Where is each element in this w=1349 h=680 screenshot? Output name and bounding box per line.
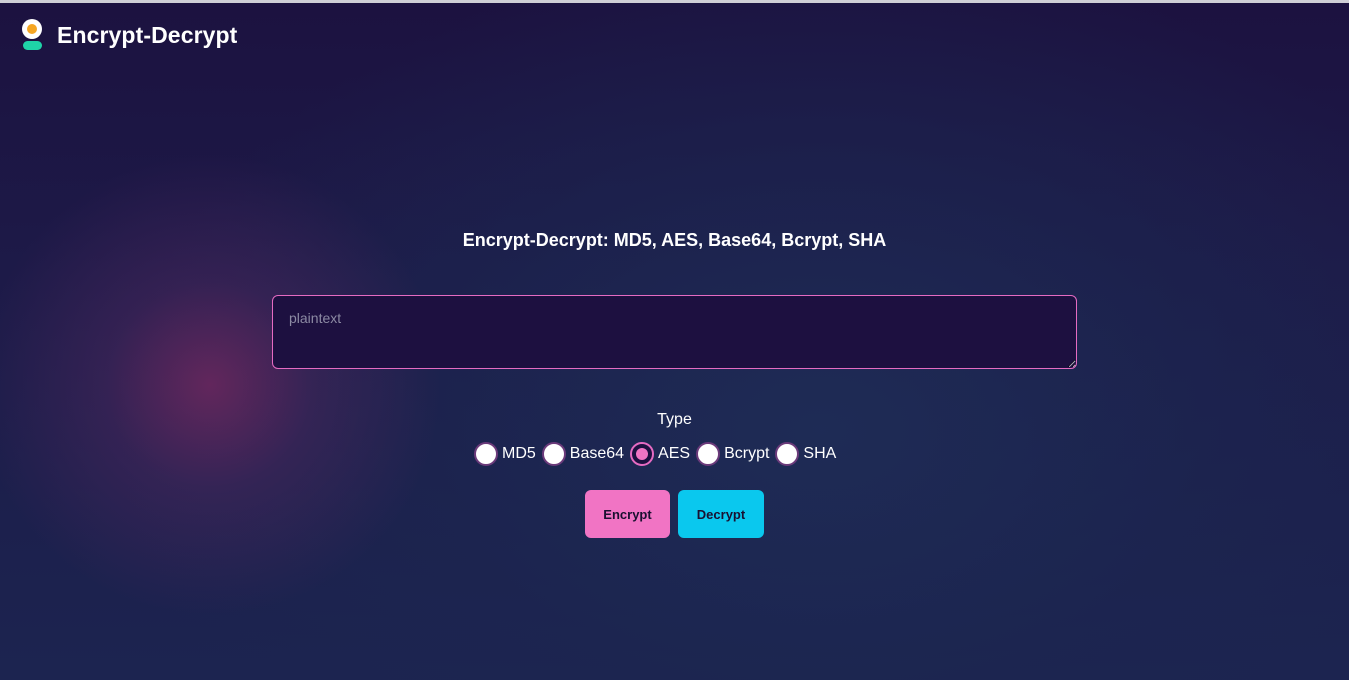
type-radio-group: MD5 Base64 AES Bcrypt SHA	[474, 441, 842, 467]
radio-button-bcrypt[interactable]	[696, 442, 721, 466]
radio-label-sha: SHA	[803, 445, 837, 462]
type-label: Type	[657, 411, 692, 428]
app-title: Encrypt-Decrypt	[57, 21, 238, 48]
radio-label-base64: Base64	[569, 445, 625, 462]
radio-md5[interactable]: MD5	[474, 442, 536, 466]
brand[interactable]: Encrypt-Decrypt	[22, 19, 237, 51]
radio-label-md5: MD5	[502, 445, 536, 462]
page-heading: Encrypt-Decrypt: MD5, AES, Base64, Bcryp…	[462, 230, 887, 250]
radio-sha[interactable]: SHA	[775, 442, 836, 466]
radio-label-aes: AES	[658, 445, 691, 462]
browser-top-border	[0, 0, 1349, 3]
logo-dot-shape	[27, 24, 37, 34]
logo-body-shape	[23, 41, 42, 50]
plaintext-input[interactable]	[272, 295, 1077, 369]
radio-bcrypt[interactable]: Bcrypt	[696, 442, 769, 466]
radio-button-aes[interactable]	[630, 442, 655, 466]
encrypt-button[interactable]: Encrypt	[585, 490, 670, 538]
radio-button-md5[interactable]	[474, 442, 498, 466]
decrypt-button[interactable]: Decrypt	[678, 490, 764, 538]
user-avatar-logo-icon	[22, 19, 44, 51]
radio-button-base64[interactable]	[541, 442, 566, 466]
radio-base64[interactable]: Base64	[541, 442, 625, 466]
radio-label-bcrypt: Bcrypt	[724, 445, 770, 462]
radio-aes[interactable]: AES	[630, 442, 690, 466]
radio-button-sha[interactable]	[775, 442, 800, 466]
